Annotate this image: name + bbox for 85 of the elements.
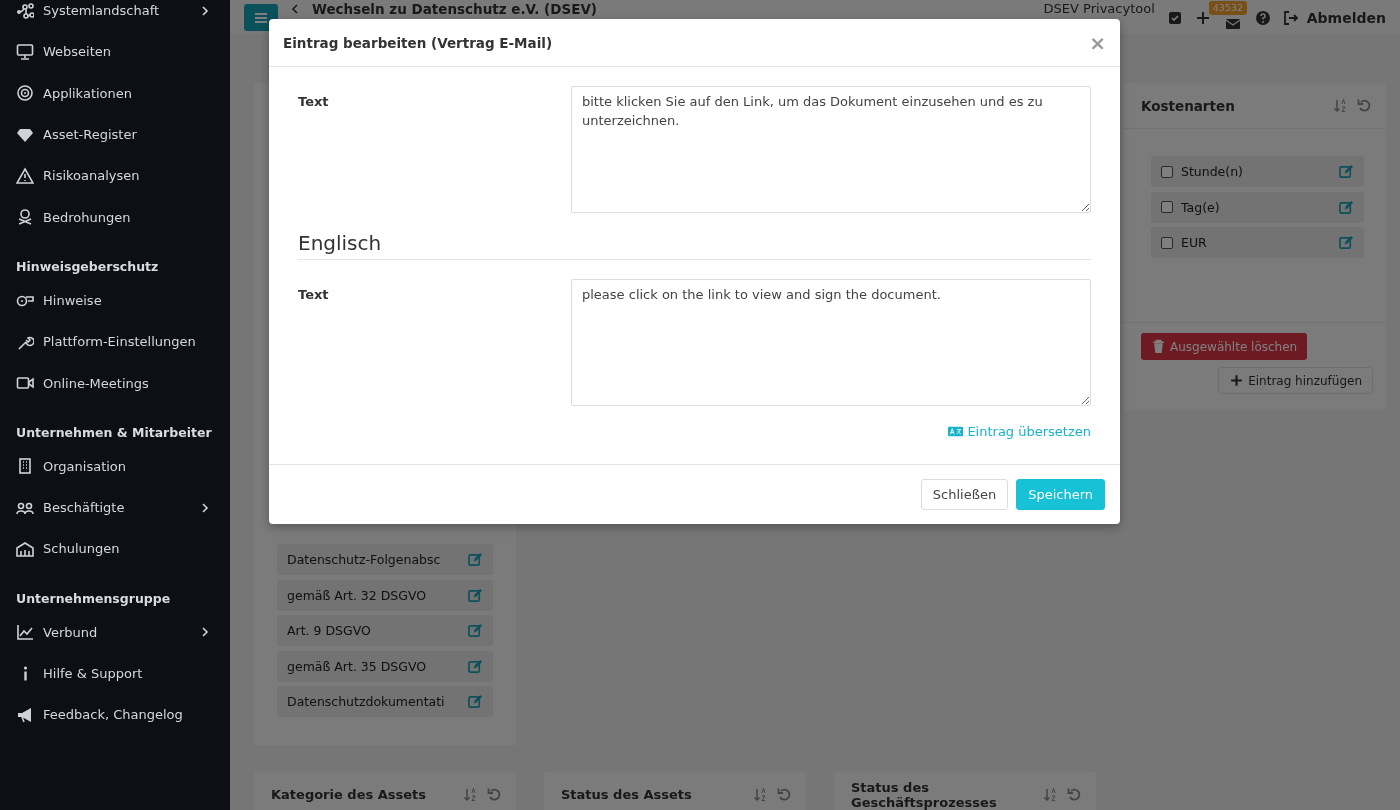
text-area[interactable]: please click on the link to view and sign the document. [571,279,1091,406]
target-icon [16,84,34,103]
modal-title: Eintrag bearbeiten (Vertrag E-Mail) [283,34,554,51]
edit-icon[interactable] [468,658,483,674]
nav-item[interactable]: Feedback, Changelog [0,694,230,736]
edit-icon[interactable] [1339,235,1354,250]
checkbox-icon[interactable] [1166,9,1183,26]
chevron-right-icon [200,502,210,513]
list-item[interactable]: Datenschutz-Folgenabsc [277,544,493,575]
megaphone-icon [16,705,34,724]
person-icon [16,208,34,227]
nav-item[interactable]: Webseiten [0,31,230,73]
nav-item[interactable]: Applikationen [0,72,230,114]
checkbox[interactable] [1161,165,1173,178]
edit-icon[interactable] [1339,199,1354,215]
reset-icon[interactable] [777,787,792,802]
nav-item[interactable]: Online-Meetings [0,362,230,404]
school-icon [16,539,34,558]
reset-icon[interactable] [1357,98,1372,113]
edit-icon[interactable] [468,694,483,709]
edit-icon[interactable] [468,552,483,567]
nav-item[interactable]: Hinweise [0,279,230,322]
close-button[interactable]: Schließen [920,479,1009,510]
edit-icon[interactable] [468,623,483,638]
warning-icon [16,166,34,185]
nav-item[interactable]: Bedrohungen [0,196,230,238]
trash-icon [1151,339,1166,354]
translate-icon [948,424,964,439]
list-item[interactable]: gemäß Art. 32 DSGVO [277,579,493,611]
field-label: Text [298,93,330,109]
nav-item[interactable]: Systemlandschaft [0,0,230,32]
reset-icon[interactable] [1067,787,1082,802]
nav-item[interactable]: Organisation [0,445,230,487]
list-item[interactable]: Tag(e) [1151,191,1364,223]
logout-link[interactable]: Abmelden [1282,9,1386,26]
nav-item[interactable]: Risikoanalysen [0,155,230,197]
list-item[interactable]: Datenschutzdokumentati [277,686,493,717]
section-heading: Englisch [298,231,1091,260]
nav-item[interactable]: Hilfe & Support [0,652,230,695]
nav-heading: Hinweisgeberschutz [15,258,160,277]
mail-icon[interactable] [1224,16,1241,32]
chevron-left-icon [290,4,300,14]
card-title: Kategorie des Assets [271,787,428,802]
sort-icon[interactable] [463,787,478,802]
sort-icon[interactable] [1043,787,1058,802]
nav-item[interactable]: Plattform-Einstellungen [0,321,230,363]
nav-item[interactable]: Asset-Register [0,113,230,156]
chart-icon [16,623,34,642]
reset-icon[interactable] [487,787,502,802]
sort-icon[interactable] [1333,98,1348,113]
list-item[interactable]: gemäß Art. 35 DSGVO [277,650,493,682]
nav-item[interactable]: Schulungen [0,528,230,570]
switch-link[interactable]: Wechseln zu Datenschutz e.V. (DSEV) [290,1,1032,17]
app-name: DSEV Privacytool [1043,1,1155,17]
card-title: Status des Assets [561,787,693,802]
checkbox[interactable] [1161,236,1173,249]
edit-icon[interactable] [468,587,483,603]
list-item[interactable]: Art. 9 DSGVO [277,615,493,646]
notification-badge: 43532 [1208,1,1247,15]
plus-icon[interactable] [1194,9,1211,26]
monitor-icon [16,42,34,61]
text-area[interactable]: bitte klicken Sie auf den Link, um das Dokument einzusehen und es zu unterzeichnen. [571,86,1091,213]
nav-item[interactable]: Beschäftigte [0,486,230,529]
checkbox[interactable] [1161,201,1173,213]
edit-icon[interactable] [1339,164,1354,179]
info-icon [22,666,28,681]
list-item[interactable]: EUR [1151,227,1364,258]
nav-heading: Unternehmen & Mitarbeiter [15,424,213,443]
add-button[interactable]: Eintrag hinzufügen [1218,367,1373,394]
building-icon [16,457,34,476]
nav-item[interactable]: Verbund [0,611,230,653]
sort-icon[interactable] [753,787,768,802]
chevron-right-icon [200,5,210,16]
video-camera-icon [16,374,34,392]
plus-icon [1229,373,1245,388]
list-item[interactable]: Stunde(n) [1151,156,1364,187]
menu-button[interactable] [244,4,278,31]
card-title: Kostenarten [1141,97,1236,114]
help-icon[interactable] [1254,9,1271,26]
field-label: Text [298,286,330,302]
nav-heading: Unternehmensgruppe [15,590,172,609]
network-icon [16,1,34,20]
chevron-right-icon [200,627,210,638]
card-title: Status des Geschäftsprozesses [851,779,998,810]
logout-icon [1282,9,1299,26]
